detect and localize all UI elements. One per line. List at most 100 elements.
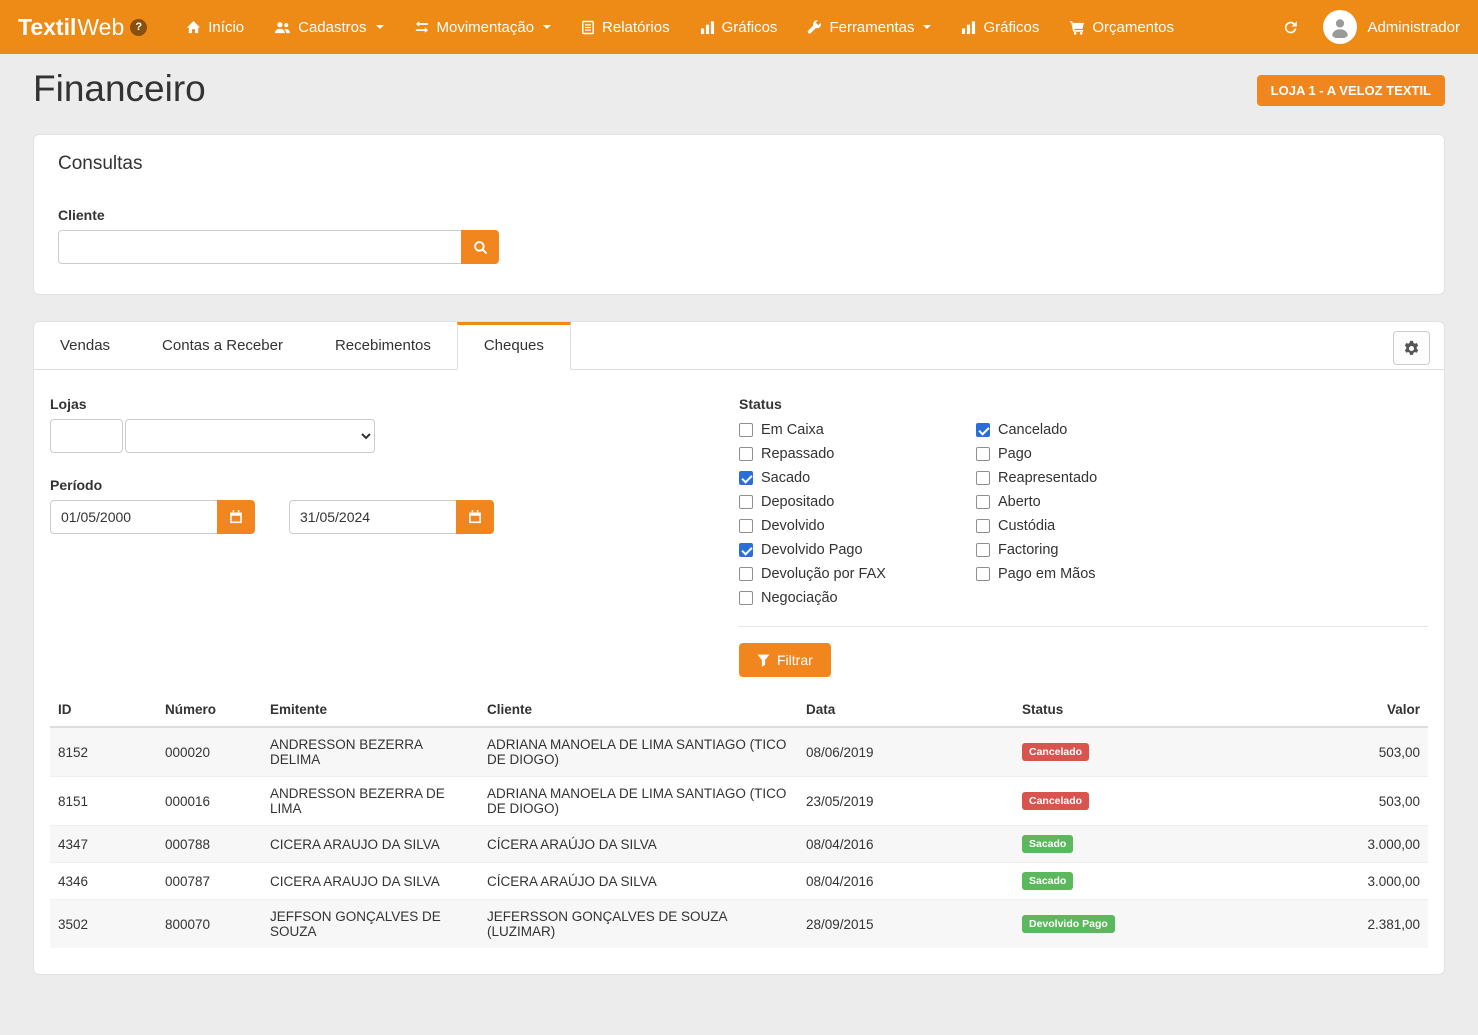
help-icon[interactable]: ? <box>130 19 147 36</box>
checkbox-icon[interactable] <box>739 447 753 461</box>
status-checkbox-aberto[interactable]: Aberto <box>976 494 1213 510</box>
periodo-label: Período <box>50 477 739 493</box>
filters-section: Lojas Período S <box>34 370 1444 677</box>
checkbox-label: Sacado <box>761 470 810 486</box>
date-to-calendar-button[interactable] <box>456 500 494 534</box>
tabs: VendasContas a ReceberRecebimentosCheque… <box>34 322 571 369</box>
status-checkbox-devolvido-pago[interactable]: Devolvido Pago <box>739 542 976 558</box>
gear-icon <box>1403 340 1420 357</box>
lojas-label: Lojas <box>50 396 739 412</box>
status-checkbox-pago[interactable]: Pago <box>976 446 1213 462</box>
column-header-status: Status <box>1014 693 1314 727</box>
nav-item-ferramentas[interactable]: Ferramentas <box>792 0 946 54</box>
filters-left: Lojas Período <box>50 396 739 677</box>
date-from-calendar-button[interactable] <box>217 500 255 534</box>
tab-contas-a-receber[interactable]: Contas a Receber <box>136 322 309 369</box>
date-to-input[interactable] <box>289 500 457 534</box>
status-checkbox-cancelado[interactable]: Cancelado <box>976 422 1213 438</box>
nav-item-movimentacao[interactable]: Movimentação <box>399 0 567 54</box>
lojas-select[interactable] <box>125 419 375 453</box>
nav-item-inicio[interactable]: Início <box>171 0 259 54</box>
filter-button[interactable]: Filtrar <box>739 643 831 677</box>
cliente-search-group <box>58 230 1420 264</box>
status-column-1: Em Caixa Repassado Sacado Depositado Devolvi… <box>739 422 976 606</box>
checkbox-icon[interactable] <box>739 567 753 581</box>
status-label: Status <box>739 396 1428 412</box>
nav-item-graficos[interactable]: Gráficos <box>946 0 1054 54</box>
tab-recebimentos[interactable]: Recebimentos <box>309 322 457 369</box>
table-header-row: IDNúmeroEmitenteClienteDataStatusValor <box>50 693 1428 727</box>
date-from-group <box>50 500 255 534</box>
nav-item-graficos[interactable]: Gráficos <box>685 0 793 54</box>
caret-down-icon <box>923 25 931 29</box>
checkbox-icon[interactable] <box>739 471 753 485</box>
table-row: 8151000016ANDRESSON BEZERRA DE LIMAADRIA… <box>50 777 1428 826</box>
date-from-input[interactable] <box>50 500 218 534</box>
checkbox-label: Custódia <box>998 518 1055 534</box>
settings-button[interactable] <box>1393 331 1430 365</box>
checkbox-icon[interactable] <box>976 447 990 461</box>
status-checkbox-factoring[interactable]: Factoring <box>976 542 1213 558</box>
checkbox-icon[interactable] <box>976 519 990 533</box>
report-icon <box>581 20 595 35</box>
page-header: Financeiro LOJA 1 - A VELOZ TEXTIL <box>33 68 1445 110</box>
status-checkbox-sacado[interactable]: Sacado <box>739 470 976 486</box>
filters-right: Status Em Caixa Repassado Sacado Depositado… <box>739 396 1428 677</box>
checkbox-icon[interactable] <box>976 567 990 581</box>
nav-item-cadastros[interactable]: Cadastros <box>259 0 398 54</box>
checkbox-icon[interactable] <box>976 495 990 509</box>
table-row: 8152000020ANDRESSON BEZERRA DELIMAADRIAN… <box>50 727 1428 777</box>
checkbox-icon[interactable] <box>739 543 753 557</box>
status-checkbox-pago-em-maos[interactable]: Pago em Mãos <box>976 566 1213 582</box>
page-title: Financeiro <box>33 68 206 110</box>
user-menu[interactable]: Administrador <box>1323 10 1460 44</box>
nav-item-relatorios[interactable]: Relatórios <box>566 0 685 54</box>
status-badge: Sacado <box>1022 835 1073 853</box>
cliente-input[interactable] <box>58 230 462 264</box>
results-table: IDNúmeroEmitenteClienteDataStatusValor 8… <box>50 693 1428 948</box>
table-body: 8152000020ANDRESSON BEZERRA DELIMAADRIAN… <box>50 727 1428 948</box>
brand-primary: Textil <box>18 14 76 41</box>
periodo-row <box>50 500 739 534</box>
users-icon <box>274 20 291 35</box>
lojas-code-input[interactable] <box>50 419 123 453</box>
checkbox-label: Factoring <box>998 542 1058 558</box>
username: Administrador <box>1367 19 1460 36</box>
consultas-title: Consultas <box>58 153 1420 175</box>
checkbox-icon[interactable] <box>739 423 753 437</box>
page-content: Financeiro LOJA 1 - A VELOZ TEXTIL Consu… <box>0 54 1478 1035</box>
status-checkbox-depositado[interactable]: Depositado <box>739 494 976 510</box>
table-row: 3502800070JEFFSON GONÇALVES DE SOUZAJEFE… <box>50 900 1428 949</box>
chart-icon <box>961 20 976 35</box>
refresh-icon[interactable] <box>1278 15 1303 40</box>
status-column-2: Cancelado Pago Reapresentado Aberto Custódia… <box>976 422 1213 606</box>
consultas-panel: Consultas Cliente <box>33 134 1445 295</box>
calendar-icon <box>229 510 243 524</box>
status-checkbox-devolvido[interactable]: Devolvido <box>739 518 976 534</box>
brand-logo[interactable]: TextilWeb ? <box>18 14 147 41</box>
column-header-id: ID <box>50 693 157 727</box>
search-button[interactable] <box>461 230 499 264</box>
status-checkbox-devolucao-por-fax[interactable]: Devolução por FAX <box>739 566 976 582</box>
status-badge: Sacado <box>1022 872 1073 890</box>
checkbox-icon[interactable] <box>976 543 990 557</box>
status-checkbox-em-caixa[interactable]: Em Caixa <box>739 422 976 438</box>
tab-vendas[interactable]: Vendas <box>34 322 136 369</box>
checkbox-icon[interactable] <box>739 591 753 605</box>
store-button[interactable]: LOJA 1 - A VELOZ TEXTIL <box>1257 75 1445 106</box>
checkbox-icon[interactable] <box>976 423 990 437</box>
status-checkbox-reapresentado[interactable]: Reapresentado <box>976 470 1213 486</box>
status-badge: Cancelado <box>1022 792 1089 810</box>
status-checkbox-custodia[interactable]: Custódia <box>976 518 1213 534</box>
status-checkbox-repassado[interactable]: Repassado <box>739 446 976 462</box>
checkbox-icon[interactable] <box>739 495 753 509</box>
caret-down-icon <box>376 25 384 29</box>
checkbox-icon[interactable] <box>739 519 753 533</box>
checkbox-label: Devolução por FAX <box>761 566 886 582</box>
status-checkbox-negociacao[interactable]: Negociação <box>739 590 976 606</box>
checkbox-icon[interactable] <box>976 471 990 485</box>
checkbox-label: Cancelado <box>998 422 1067 438</box>
tabs-panel: VendasContas a ReceberRecebimentosCheque… <box>33 321 1445 975</box>
tab-cheques[interactable]: Cheques <box>457 322 571 370</box>
nav-item-orcamentos[interactable]: Orçamentos <box>1054 0 1189 54</box>
